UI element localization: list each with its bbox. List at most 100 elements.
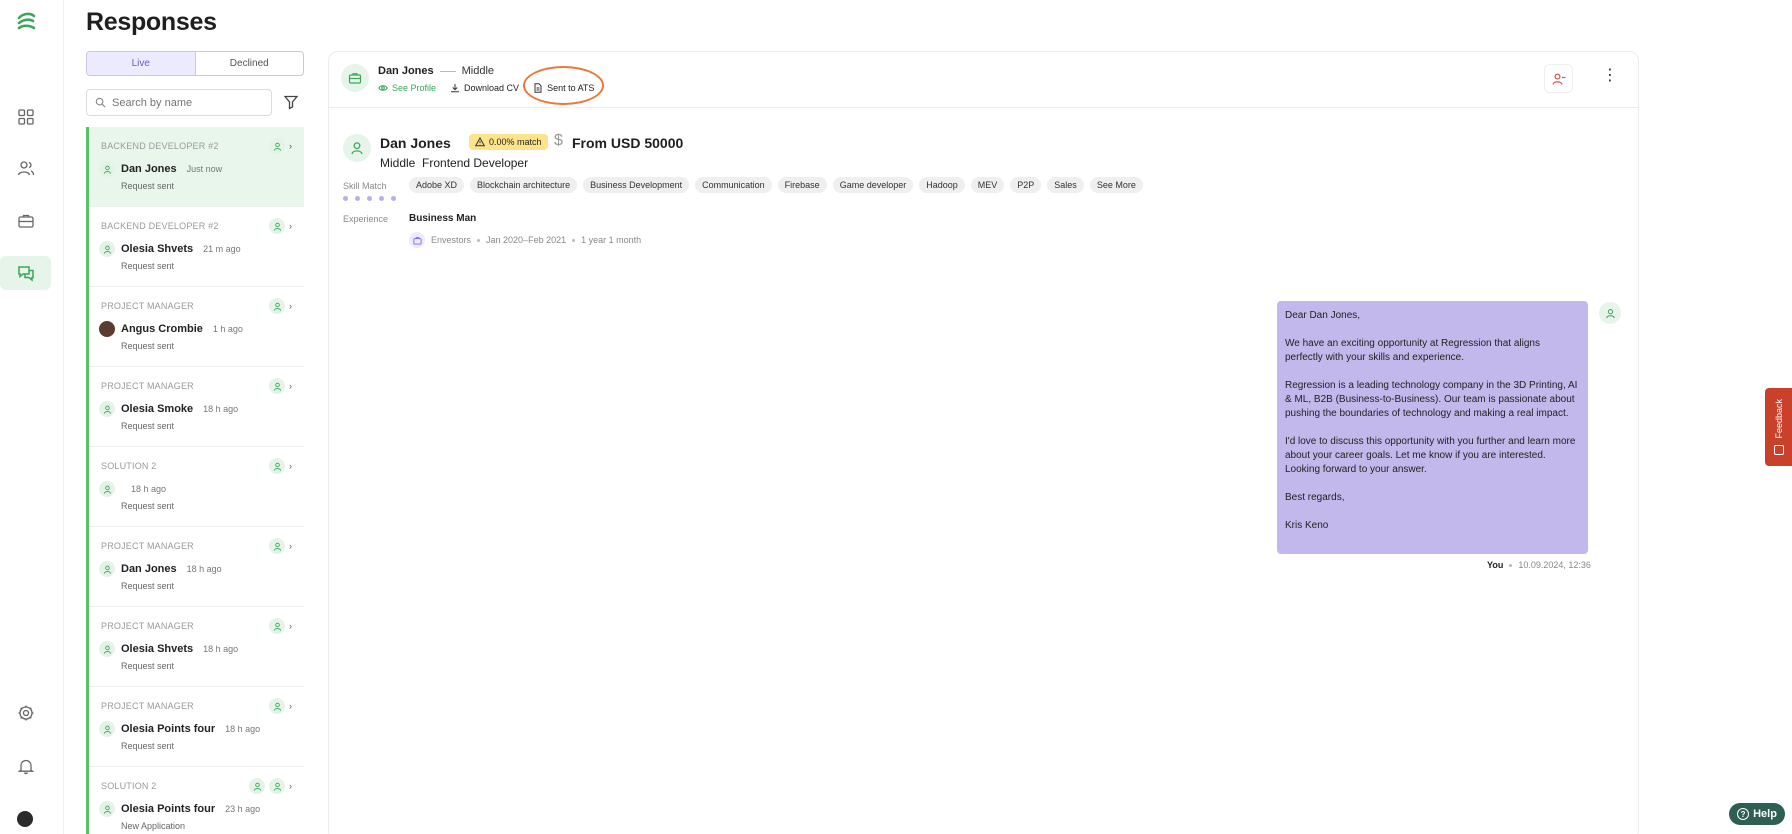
chevron-right-icon[interactable]: › — [289, 701, 292, 711]
experience-company: Envestors — [431, 235, 472, 245]
search-input[interactable] — [112, 96, 262, 109]
response-item[interactable]: PROJECT MANAGER › Olesia Smoke 18 h ago R… — [89, 367, 304, 447]
download-icon — [451, 84, 460, 93]
avatar — [99, 241, 115, 257]
briefcase-icon — [348, 73, 362, 84]
see-profile-link[interactable]: See Profile — [378, 83, 436, 93]
message-paragraph: Regression is a leading technology compa… — [1285, 380, 1578, 419]
skills-list: Adobe XD Blockchain architecture Busines… — [409, 177, 1143, 193]
user-icon — [269, 538, 285, 554]
sent-to-ats-button[interactable]: Sent to ATS — [533, 83, 594, 93]
response-status: Request sent — [121, 261, 175, 271]
tab-declined[interactable]: Declined — [196, 52, 304, 75]
response-role: PROJECT MANAGER — [101, 381, 194, 391]
nav-candidates[interactable] — [0, 151, 51, 185]
skill-chip: Sales — [1047, 177, 1084, 193]
response-item[interactable]: BACKEND DEVELOPER #2 › Olesia Shvets 21 m… — [89, 207, 304, 287]
feedback-icon — [1773, 444, 1784, 455]
nav-settings[interactable] — [0, 696, 51, 730]
skill-chip: MEV — [970, 177, 1005, 193]
nav-jobs[interactable] — [0, 204, 51, 238]
logo-icon[interactable] — [14, 10, 38, 34]
skill-dot — [343, 196, 348, 201]
header-candidate: Dan Jones Middle — [378, 65, 494, 77]
response-time: 18 h ago — [131, 484, 167, 494]
response-item[interactable]: PROJECT MANAGER › Olesia Shvets 18 h ago … — [89, 607, 304, 687]
chevron-right-icon[interactable]: › — [289, 541, 292, 551]
response-name: Dan Jones — [121, 163, 177, 175]
skill-chip: Firebase — [777, 177, 827, 193]
response-time: 18 h ago — [225, 724, 261, 734]
gear-icon — [18, 705, 33, 721]
response-item[interactable]: SOLUTION 2 › 18 h ago Request sent — [89, 447, 304, 527]
chevron-right-icon[interactable]: › — [289, 381, 292, 391]
response-name: Angus Crombie — [121, 323, 203, 335]
document-icon — [534, 83, 542, 93]
response-item[interactable]: SOLUTION 2 › Olesia Points four 23 h ago … — [89, 767, 304, 834]
remove-candidate-button[interactable] — [1544, 64, 1573, 93]
avatar — [99, 561, 115, 577]
chevron-right-icon[interactable]: › — [289, 461, 292, 471]
response-status: Request sent — [121, 341, 175, 351]
experience-meta: Envestors Jan 2020–Feb 2021 1 year 1 mon… — [409, 232, 641, 248]
user-icon — [269, 778, 285, 794]
skill-chip: Blockchain architecture — [470, 177, 578, 193]
response-status: Request sent — [121, 501, 175, 511]
skill-chip: Hadoop — [919, 177, 965, 193]
user-icon — [269, 138, 285, 154]
filter-icon[interactable] — [283, 94, 299, 110]
help-button[interactable]: ? Help — [1729, 803, 1785, 825]
response-name: Olesia Points four — [121, 723, 216, 735]
avatar — [99, 641, 115, 657]
download-cv-button[interactable]: Download CV — [450, 83, 519, 93]
response-time: 18 h ago — [203, 404, 239, 414]
tab-live[interactable]: Live — [87, 52, 196, 75]
response-name: Olesia Shvets — [121, 243, 194, 255]
experience-dates: Jan 2020–Feb 2021 — [486, 235, 567, 245]
chevron-right-icon[interactable]: › — [289, 301, 292, 311]
help-label: Help — [1753, 808, 1777, 820]
response-status: Request sent — [121, 181, 175, 191]
avatar — [99, 161, 115, 177]
separator-dot — [477, 238, 481, 242]
chevron-right-icon[interactable]: › — [289, 141, 292, 151]
feedback-tab[interactable]: Feedback — [1765, 388, 1792, 466]
chat-icon — [17, 266, 34, 282]
chevron-right-icon[interactable]: › — [289, 221, 292, 231]
response-item[interactable]: PROJECT MANAGER › Dan Jones 18 h ago Requ… — [89, 527, 304, 607]
separator-dot — [1509, 563, 1513, 567]
chevron-right-icon[interactable]: › — [289, 781, 292, 791]
skill-dot — [355, 196, 360, 201]
see-more-button[interactable]: See More — [1089, 177, 1143, 193]
nav-notifications[interactable] — [0, 749, 51, 783]
response-role: SOLUTION 2 — [101, 461, 157, 471]
sent-to-ats-label: Sent to ATS — [547, 83, 595, 93]
response-item[interactable]: PROJECT MANAGER › Angus Crombie 1 h ago R… — [89, 287, 304, 367]
response-item[interactable]: BACKEND DEVELOPER #2 › Dan Jones Just now… — [89, 127, 304, 207]
response-role: PROJECT MANAGER — [101, 621, 194, 631]
message-paragraph: I'd love to discuss this opportunity wit… — [1285, 436, 1576, 475]
company-icon — [409, 232, 425, 248]
message-signature: Kris Keno — [1285, 520, 1329, 531]
skill-chip: P2P — [1010, 177, 1042, 193]
bell-icon — [17, 759, 34, 775]
question-icon: ? — [1737, 808, 1750, 820]
chevron-right-icon[interactable]: › — [289, 621, 292, 631]
avatar-photo — [99, 321, 115, 337]
avatar — [99, 801, 115, 817]
user-icon — [1605, 308, 1615, 318]
response-time: Just now — [186, 164, 223, 174]
user-avatar[interactable] — [17, 811, 33, 827]
response-item[interactable]: PROJECT MANAGER › Olesia Points four 18 h… — [89, 687, 304, 767]
candidate-position: Middle Frontend Developer — [380, 156, 528, 170]
response-name: Olesia Smoke — [121, 403, 194, 415]
avatar — [99, 721, 115, 737]
skill-dot — [367, 196, 372, 201]
more-options-icon[interactable]: ⋮ — [1602, 68, 1618, 84]
separator-dot — [572, 238, 576, 242]
response-detail-panel: Dan Jones Middle See Profile Download CV… — [328, 51, 1639, 834]
nav-responses[interactable] — [0, 256, 51, 290]
nav-dashboard[interactable] — [0, 100, 51, 134]
user-icon — [269, 378, 285, 394]
status-tabs: Live Declined — [86, 51, 304, 76]
